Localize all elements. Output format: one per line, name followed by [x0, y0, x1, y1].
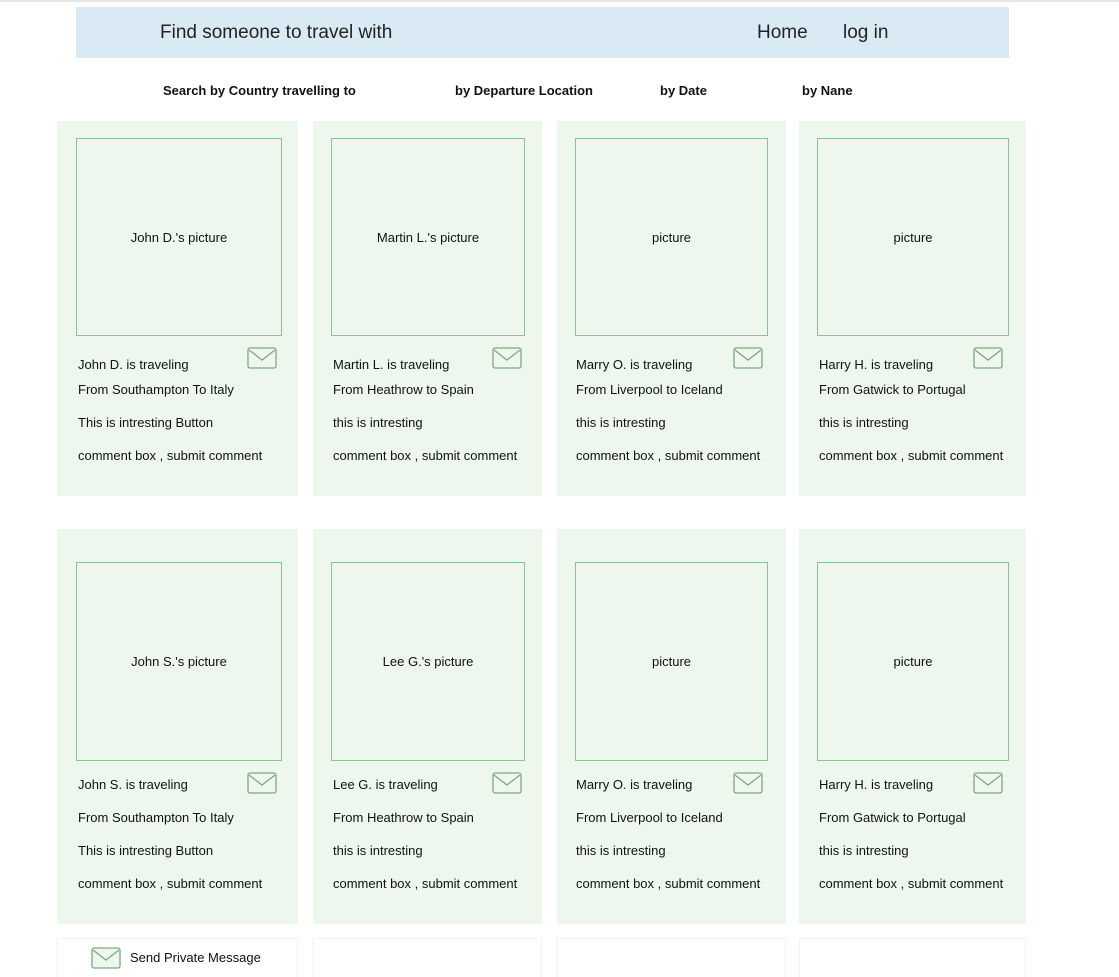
search-by-country[interactable]: Search by Country travelling to [163, 83, 356, 98]
card-placeholder [799, 938, 1026, 977]
traveler-name-text: Harry H. is traveling [819, 777, 934, 792]
comment-box[interactable]: comment box , submit comment [576, 448, 760, 463]
send-private-message-label: Send Private Message [130, 950, 261, 965]
route-text: From Heathrow to Spain [333, 382, 474, 397]
traveler-picture[interactable]: picture [575, 562, 768, 761]
route-text: From Liverpool to Iceland [576, 382, 723, 397]
traveler-name-text: Lee G. is traveling [333, 777, 438, 792]
interesting-button[interactable]: This is intresting Button [78, 843, 213, 858]
comment-box[interactable]: comment box , submit comment [78, 876, 262, 891]
nav-home-link[interactable]: Home [757, 22, 808, 44]
legend-envelope-icon [91, 947, 121, 969]
traveler-picture[interactable]: picture [817, 138, 1009, 336]
send-message-envelope-icon[interactable] [492, 347, 522, 369]
comment-box[interactable]: comment box , submit comment [333, 448, 517, 463]
nav-login-link[interactable]: log in [843, 22, 888, 44]
search-by-date[interactable]: by Date [660, 83, 707, 98]
interesting-button[interactable]: this is intresting [576, 843, 666, 858]
route-text: From Southampton To Italy [78, 810, 234, 825]
comment-box[interactable]: comment box , submit comment [78, 448, 262, 463]
send-message-envelope-icon[interactable] [247, 772, 277, 794]
comment-box[interactable]: comment box , submit comment [576, 876, 760, 891]
interesting-button[interactable]: this is intresting [819, 843, 909, 858]
traveler-name-text: Harry H. is traveling [819, 357, 934, 372]
traveler-name-text: John S. is traveling [78, 777, 188, 792]
route-text: From Southampton To Italy [78, 382, 234, 397]
traveler-name-text: Marry O. is traveling [576, 777, 693, 792]
interesting-button[interactable]: This is intresting Button [78, 415, 213, 430]
comment-box[interactable]: comment box , submit comment [333, 876, 517, 891]
interesting-button[interactable]: this is intresting [819, 415, 909, 430]
comment-box[interactable]: comment box , submit comment [819, 448, 1003, 463]
route-text: From Gatwick to Portugal [819, 810, 966, 825]
traveler-picture[interactable]: John S.'s picture [76, 562, 282, 761]
traveler-picture[interactable]: picture [575, 138, 768, 336]
send-message-envelope-icon[interactable] [733, 772, 763, 794]
route-text: From Heathrow to Spain [333, 810, 474, 825]
traveler-picture[interactable]: Martin L.'s picture [331, 138, 525, 336]
route-text: From Liverpool to Iceland [576, 810, 723, 825]
traveler-name-text: Marry O. is traveling [576, 357, 693, 372]
site-title: Find someone to travel with [160, 22, 393, 43]
header-bar: Find someone to travel with Home log in [76, 7, 1009, 58]
comment-box[interactable]: comment box , submit comment [819, 876, 1003, 891]
search-by-departure[interactable]: by Departure Location [455, 83, 593, 98]
card-placeholder [557, 938, 786, 977]
card-placeholder [313, 938, 542, 977]
interesting-button[interactable]: this is intresting [576, 415, 666, 430]
traveler-picture[interactable]: John D.'s picture [76, 138, 282, 336]
route-text: From Gatwick to Portugal [819, 382, 966, 397]
send-message-envelope-icon[interactable] [973, 347, 1003, 369]
interesting-button[interactable]: this is intresting [333, 843, 423, 858]
interesting-button[interactable]: this is intresting [333, 415, 423, 430]
send-message-envelope-icon[interactable] [973, 772, 1003, 794]
send-message-envelope-icon[interactable] [733, 347, 763, 369]
send-message-envelope-icon[interactable] [247, 347, 277, 369]
traveler-name-text: Martin L. is traveling [333, 357, 450, 372]
traveler-name-text: John D. is traveling [78, 357, 189, 372]
traveler-picture[interactable]: picture [817, 562, 1009, 761]
traveler-picture[interactable]: Lee G.'s picture [331, 562, 525, 761]
send-message-envelope-icon[interactable] [492, 772, 522, 794]
search-by-name[interactable]: by Nane [802, 83, 853, 98]
top-divider [0, 0, 1119, 2]
